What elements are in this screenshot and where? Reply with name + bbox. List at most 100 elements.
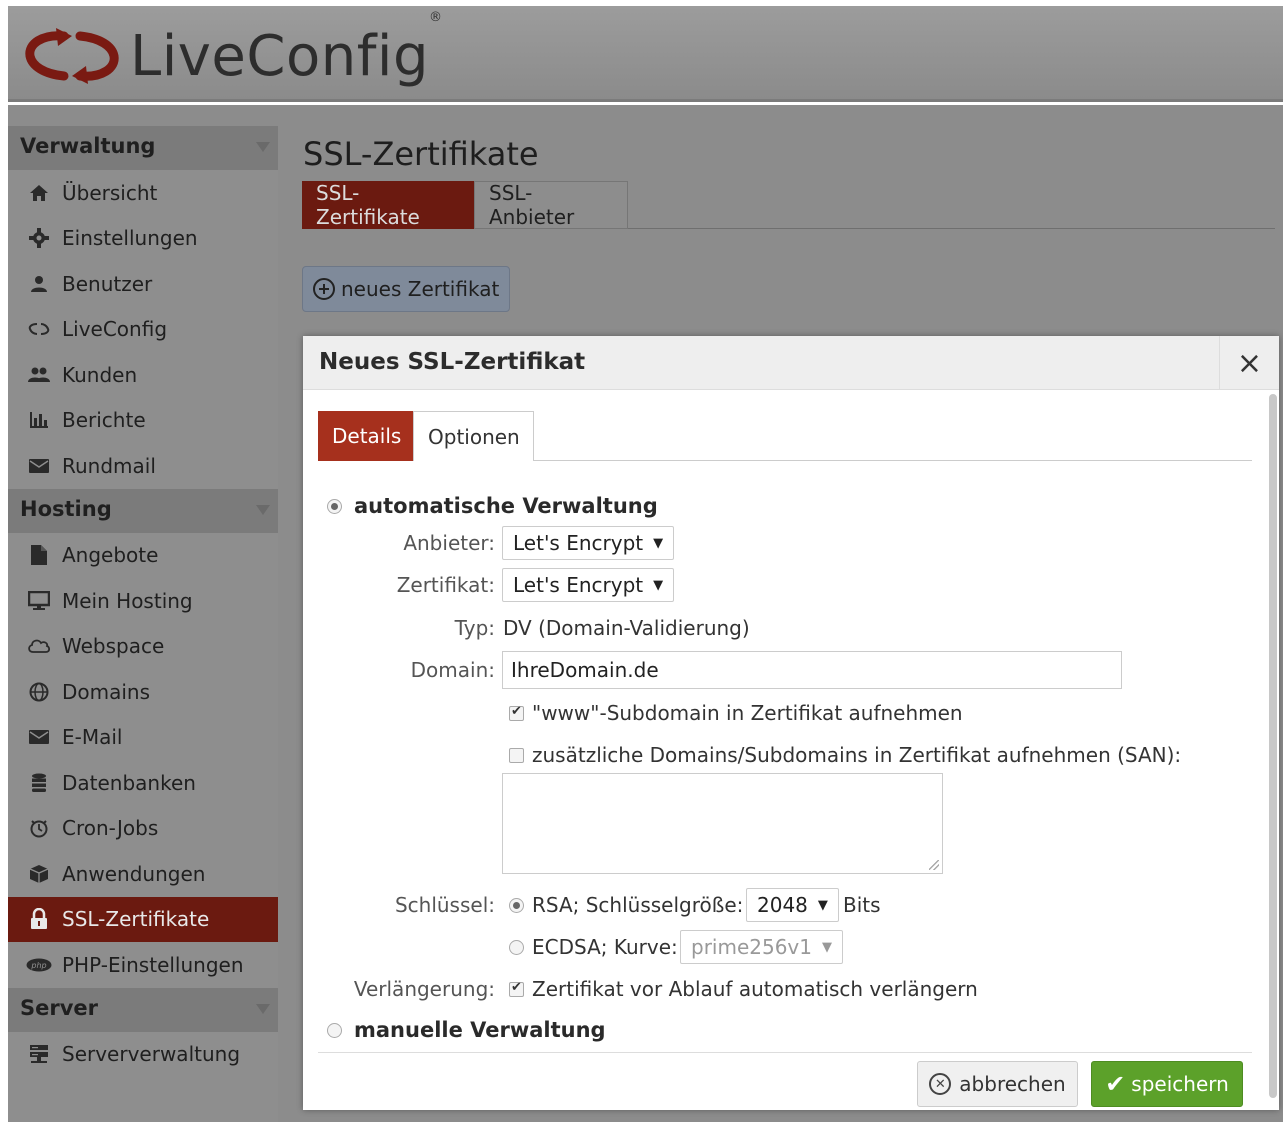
cancel-label: abbrechen <box>959 1072 1066 1096</box>
san-textarea[interactable] <box>502 773 943 874</box>
manual-management-option[interactable]: manuelle Verwaltung <box>327 1018 606 1042</box>
certificate-select[interactable]: Let's Encrypt ▼ <box>502 568 675 602</box>
www-subdomain-checkbox[interactable] <box>509 704 524 721</box>
dialog-header: Neues SSL-Zertifikat × <box>303 336 1279 390</box>
ecdsa-radio[interactable] <box>509 939 524 955</box>
users-icon <box>26 364 52 386</box>
sidebar-item-label: Einstellungen <box>62 226 198 251</box>
page-title: SSL-Zertifikate <box>303 135 539 173</box>
sidebar-item-webspace[interactable]: Webspace <box>8 624 278 670</box>
sidebar-item-anwendungen[interactable]: Anwendungen <box>8 851 278 897</box>
scrollbar[interactable] <box>1269 394 1277 1098</box>
sidebar-item-mein-hosting[interactable]: Mein Hosting <box>8 578 278 624</box>
sidebar-item-label: Webspace <box>62 634 165 659</box>
sidebar-item-datenbanken[interactable]: Datenbanken <box>8 760 278 806</box>
domain-input[interactable]: IhreDomain.de <box>502 651 1122 689</box>
sidebar-item-kunden[interactable]: Kunden <box>8 352 278 398</box>
ecdsa-curve-value: prime256v1 <box>691 935 812 959</box>
gear-icon <box>26 227 52 249</box>
manual-management-label: manuelle Verwaltung <box>354 1018 606 1042</box>
ecdsa-curve-select[interactable]: prime256v1 ▼ <box>680 930 843 964</box>
cancel-button[interactable]: ✕ abbrechen <box>917 1061 1078 1107</box>
certificate-label: Zertifikat: <box>396 573 495 597</box>
monitor-icon <box>26 590 52 612</box>
envelope-icon <box>26 455 52 477</box>
cancel-circle-icon: ✕ <box>929 1073 952 1095</box>
key-label: Schlüssel: <box>394 893 495 917</box>
renewal-label: Verlängerung: <box>353 977 495 1001</box>
resize-grip-icon[interactable] <box>929 860 939 870</box>
document-icon <box>26 544 52 566</box>
dropdown-arrow-icon: ▼ <box>653 577 664 593</box>
bits-label: Bits <box>843 893 881 917</box>
auto-renew-label: Zertifikat vor Ablauf automatisch verlän… <box>532 977 978 1001</box>
logo[interactable]: LiveConfig® <box>22 9 443 96</box>
san-checkbox[interactable] <box>509 747 524 763</box>
sidebar-item-cron-jobs[interactable]: Cron-Jobs <box>8 806 278 852</box>
caret-down-icon <box>256 142 270 152</box>
sidebar-item-ssl-zertifikate[interactable]: SSL-Zertifikate <box>8 896 278 942</box>
sidebar-item-uebersicht[interactable]: Übersicht <box>8 170 278 216</box>
auto-management-option[interactable]: automatische Verwaltung <box>327 494 658 518</box>
sidebar-section-hosting[interactable]: Hosting <box>8 488 278 533</box>
logo-text: LiveConfig® <box>130 9 443 89</box>
domain-label: Domain: <box>410 658 495 682</box>
sidebar-item-berichte[interactable]: Berichte <box>8 398 278 444</box>
tab-details[interactable]: Details <box>318 411 413 461</box>
home-icon <box>26 182 52 204</box>
provider-value: Let's Encrypt <box>513 531 644 555</box>
san-option[interactable]: zusätzliche Domains/Subdomains in Zertif… <box>509 743 1181 767</box>
dialog-footer-divider <box>318 1052 1252 1053</box>
ecdsa-option[interactable]: ECDSA; Kurve: <box>509 930 678 964</box>
server-icon <box>26 1043 52 1065</box>
type-value: DV (Domain-Validierung) <box>503 616 750 640</box>
app-header: LiveConfig® <box>8 6 1283 102</box>
sidebar-item-rundmail[interactable]: Rundmail <box>8 443 278 489</box>
sidebar-item-label: Anwendungen <box>62 861 206 886</box>
rsa-option[interactable]: RSA; Schlüsselgröße: <box>509 888 743 922</box>
rsa-radio[interactable] <box>509 897 524 913</box>
save-label: speichern <box>1131 1072 1229 1096</box>
sidebar-item-label: SSL-Zertifikate <box>62 907 210 932</box>
sidebar-section-verwaltung[interactable]: Verwaltung <box>8 126 278 170</box>
san-label: zusätzliche Domains/Subdomains in Zertif… <box>532 743 1182 767</box>
tab-ssl-anbieter[interactable]: SSL-Anbieter <box>474 181 628 229</box>
www-subdomain-label: "www"-Subdomain in Zertifikat aufnehmen <box>532 701 963 725</box>
sidebar-item-angebote[interactable]: Angebote <box>8 533 278 579</box>
globe-icon <box>26 681 52 703</box>
provider-select[interactable]: Let's Encrypt ▼ <box>502 526 675 560</box>
sidebar-item-domains[interactable]: Domains <box>8 669 278 715</box>
sidebar-item-benutzer[interactable]: Benutzer <box>8 261 278 307</box>
tab-ssl-zertifikate[interactable]: SSL-Zertifikate <box>302 181 474 229</box>
database-icon <box>26 772 52 794</box>
save-button[interactable]: ✔ speichern <box>1091 1061 1243 1107</box>
dialog-title: Neues SSL-Zertifikat <box>319 349 586 375</box>
close-button[interactable]: × <box>1219 336 1279 390</box>
sidebar-item-liveconfig[interactable]: LiveConfig <box>8 307 278 353</box>
sidebar-item-php-einstellungen[interactable]: php PHP-Einstellungen <box>8 942 278 988</box>
dropdown-arrow-icon: ▼ <box>822 939 832 955</box>
php-icon: php <box>26 954 52 976</box>
type-label: Typ: <box>454 616 495 640</box>
rsa-size-select[interactable]: 2048 ▼ <box>746 888 839 922</box>
auto-renew-option[interactable]: Zertifikat vor Ablauf automatisch verlän… <box>509 977 978 1001</box>
tab-optionen[interactable]: Optionen <box>413 411 534 461</box>
sidebar-item-label: Berichte <box>62 408 146 433</box>
auto-management-radio[interactable] <box>327 498 342 514</box>
sidebar-item-serververwaltung[interactable]: Serververwaltung <box>8 1032 278 1078</box>
provider-label: Anbieter: <box>403 531 495 555</box>
manual-management-radio[interactable] <box>327 1022 342 1038</box>
sidebar-section-server[interactable]: Server <box>8 987 278 1032</box>
sidebar-item-label: E-Mail <box>62 725 123 750</box>
sidebar-item-label: LiveConfig <box>62 317 168 342</box>
new-certificate-button[interactable]: neues Zertifikat <box>302 266 511 312</box>
plus-circle-icon <box>313 278 335 300</box>
sidebar-item-label: Mein Hosting <box>62 588 193 613</box>
ecdsa-label: ECDSA; Kurve: <box>532 935 678 959</box>
auto-renew-checkbox[interactable] <box>509 980 524 997</box>
sidebar-item-einstellungen[interactable]: Einstellungen <box>8 216 278 262</box>
sidebar-item-email[interactable]: E-Mail <box>8 715 278 761</box>
new-certificate-dialog: Neues SSL-Zertifikat × Details Optionen … <box>303 336 1279 1110</box>
sidebar: Verwaltung Übersicht Einstellungen Benut… <box>8 126 278 1122</box>
www-subdomain-option[interactable]: "www"-Subdomain in Zertifikat aufnehmen <box>509 701 963 725</box>
